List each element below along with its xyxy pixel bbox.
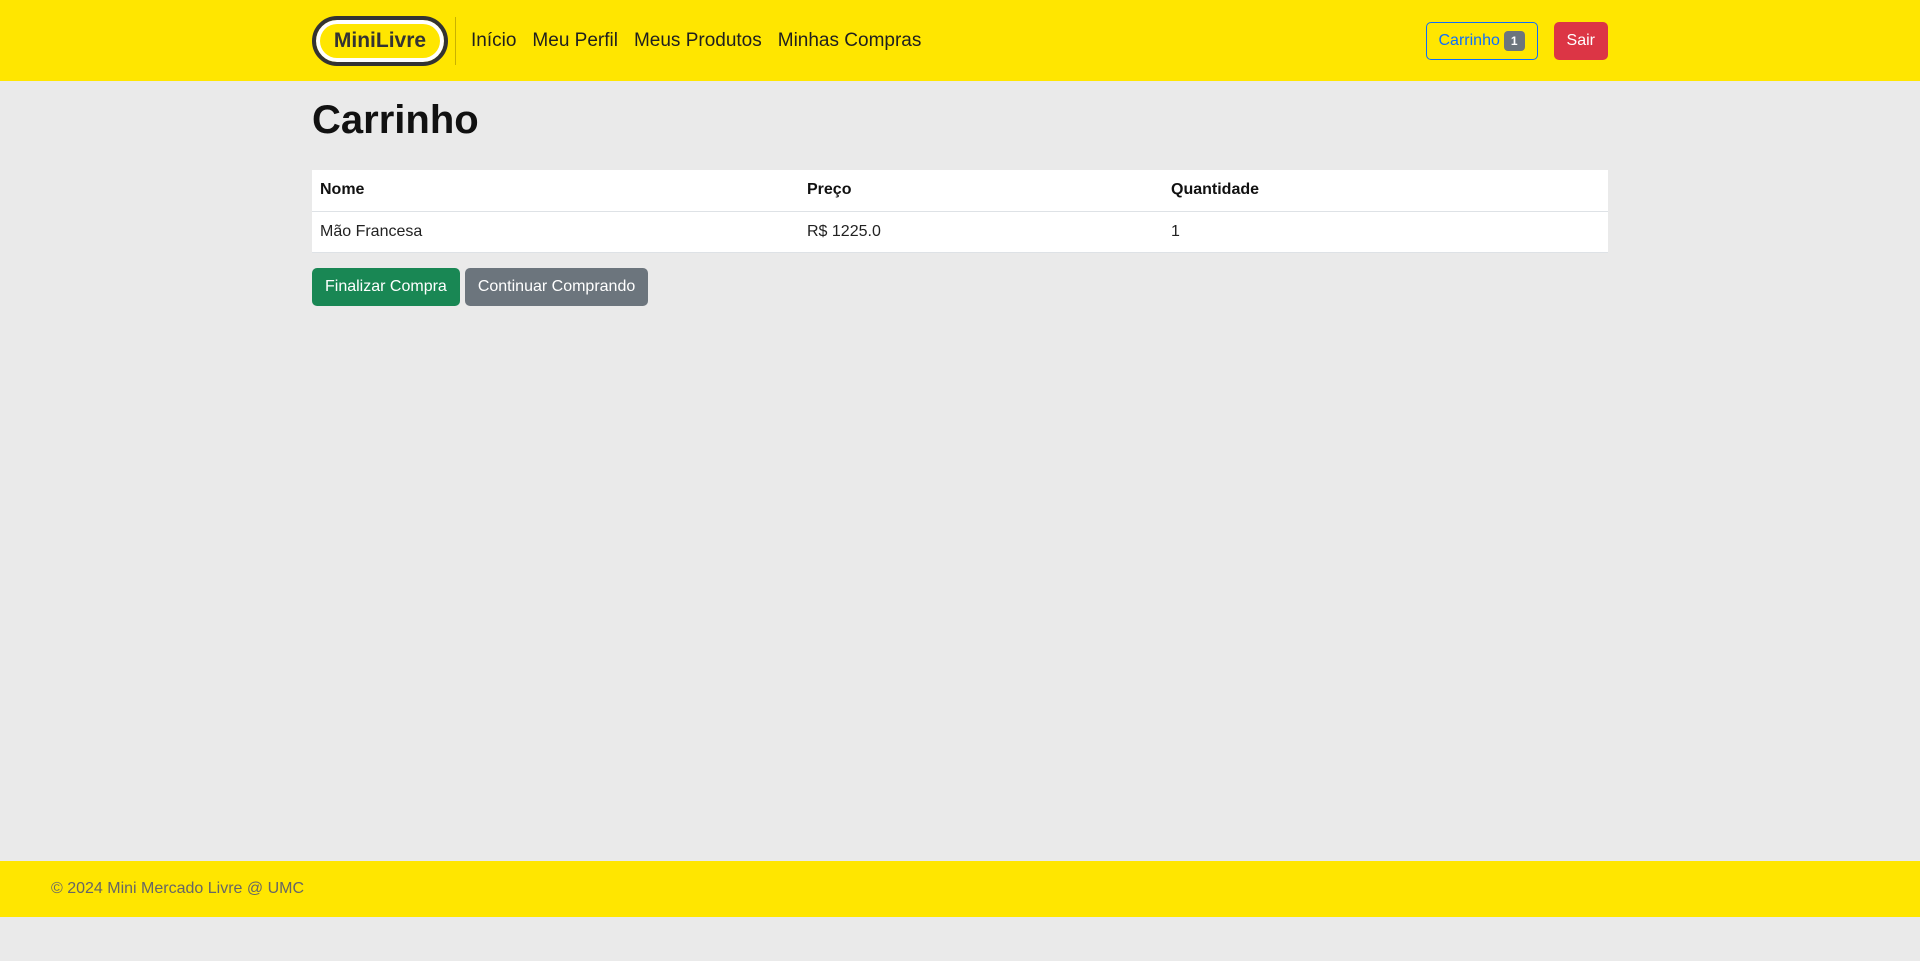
footer-copyright: © 2024 Mini Mercado Livre @ UMC [51, 880, 304, 897]
footer: © 2024 Mini Mercado Livre @ UMC [0, 861, 1920, 917]
cell-product-quantity: 1 [1163, 211, 1608, 253]
cart-count-badge: 1 [1503, 30, 1525, 51]
brand-logo-text: MiniLivre [333, 28, 427, 52]
nav-link-inicio[interactable]: Início [471, 30, 516, 52]
navbar-container: MiniLivre Início Meu Perfil Meus Produto… [312, 0, 1608, 81]
cart-button[interactable]: Carrinho 1 [1425, 21, 1538, 60]
nav-links: Início Meu Perfil Meus Produtos Minhas C… [471, 30, 921, 52]
table-header-row: Nome Preço Quantidade [312, 170, 1608, 212]
nav-actions: Carrinho 1 Sair [1425, 21, 1608, 60]
column-header-preco: Preço [799, 170, 1163, 212]
cell-product-name: Mão Francesa [312, 211, 799, 253]
cart-button-label: Carrinho [1438, 31, 1500, 49]
nav-link-meus-produtos[interactable]: Meus Produtos [634, 30, 762, 52]
cell-product-price: R$ 1225.0 [799, 211, 1163, 253]
nav-divider [455, 16, 456, 65]
table-row: Mão Francesa R$ 1225.0 1 [312, 211, 1608, 253]
brand-logo[interactable]: MiniLivre [312, 15, 448, 66]
cart-table: Nome Preço Quantidade Mão Francesa R$ 12… [312, 170, 1608, 253]
finish-purchase-button[interactable]: Finalizar Compra [312, 268, 460, 306]
column-header-quantidade: Quantidade [1163, 170, 1608, 212]
nav-link-meu-perfil[interactable]: Meu Perfil [532, 30, 618, 52]
cart-actions: Finalizar Compra Continuar Comprando [312, 268, 649, 306]
column-header-nome: Nome [312, 170, 799, 212]
continue-shopping-button[interactable]: Continuar Comprando [464, 268, 649, 306]
top-navbar: MiniLivre Início Meu Perfil Meus Produto… [0, 0, 1920, 81]
logout-button[interactable]: Sair [1553, 21, 1608, 60]
page-title: Carrinho [312, 98, 479, 142]
nav-link-minhas-compras[interactable]: Minhas Compras [778, 30, 922, 52]
